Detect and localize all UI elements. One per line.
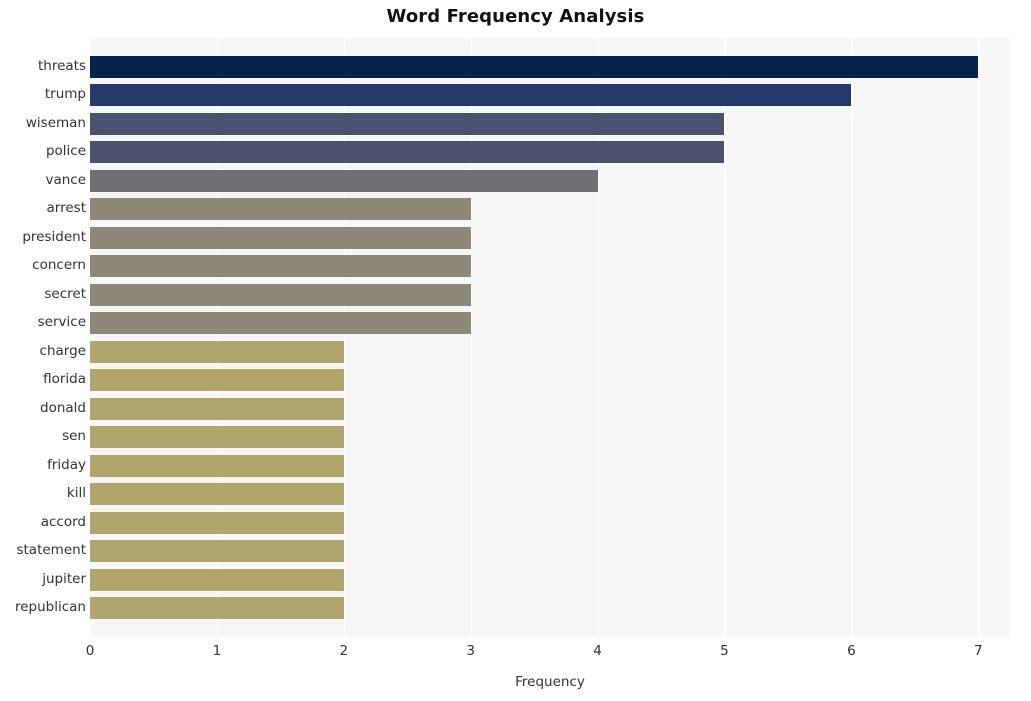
y-tick-label: trump bbox=[44, 86, 86, 103]
gridline-x-6 bbox=[851, 38, 853, 637]
y-tick-label: friday bbox=[47, 456, 86, 473]
bar[interactable] bbox=[90, 369, 344, 392]
bar[interactable] bbox=[90, 283, 471, 306]
bar[interactable] bbox=[90, 112, 725, 135]
y-tick-label: republican bbox=[14, 599, 86, 616]
x-tick-label: 4 bbox=[593, 643, 602, 659]
bar[interactable] bbox=[90, 511, 344, 534]
y-tick-label: wiseman bbox=[25, 114, 86, 131]
y-tick-label: accord bbox=[40, 513, 86, 530]
y-tick-label: statement bbox=[16, 542, 86, 559]
y-tick-label: concern bbox=[32, 257, 86, 274]
bar[interactable] bbox=[90, 198, 471, 221]
chart-title: Word Frequency Analysis bbox=[386, 6, 645, 27]
bar[interactable] bbox=[90, 312, 471, 335]
y-tick-label: threats bbox=[37, 57, 86, 74]
y-tick-label: charge bbox=[39, 342, 86, 359]
y-tick-label: secret bbox=[44, 285, 86, 302]
y-tick-label: police bbox=[45, 143, 86, 160]
y-axis-tick-labels: threats trump wiseman police vance arrest pres… bbox=[0, 38, 86, 637]
x-axis-label: Frequency bbox=[515, 674, 585, 690]
bar[interactable] bbox=[90, 540, 344, 563]
bar[interactable] bbox=[90, 426, 344, 449]
y-tick-label: kill bbox=[66, 485, 86, 502]
x-tick-label: 0 bbox=[85, 643, 95, 659]
x-tick-label: 3 bbox=[466, 643, 475, 659]
gridline-x-5 bbox=[724, 38, 726, 637]
bar[interactable] bbox=[90, 340, 344, 363]
bar[interactable] bbox=[90, 397, 344, 420]
bar[interactable] bbox=[90, 454, 344, 477]
bar[interactable] bbox=[90, 483, 344, 506]
chart-figure: Word Frequency Analysis threats trump wise… bbox=[0, 0, 1031, 701]
x-tick-label: 7 bbox=[973, 643, 983, 659]
bar[interactable] bbox=[90, 84, 852, 107]
gridline-x-7 bbox=[978, 38, 980, 637]
x-tick-label: 5 bbox=[720, 643, 729, 659]
x-tick-label: 1 bbox=[212, 643, 222, 659]
y-tick-label: jupiter bbox=[42, 570, 86, 587]
bar[interactable] bbox=[90, 226, 471, 249]
bar[interactable] bbox=[90, 169, 598, 192]
y-tick-label: donald bbox=[40, 399, 86, 416]
bar[interactable] bbox=[90, 141, 725, 164]
y-tick-label: florida bbox=[43, 371, 86, 388]
bar[interactable] bbox=[90, 255, 471, 278]
plot-area bbox=[90, 38, 1010, 637]
y-tick-label: president bbox=[22, 228, 86, 245]
y-tick-label: sen bbox=[62, 428, 86, 445]
x-axis-tick-labels: 0 1 2 3 4 5 6 7 bbox=[0, 637, 1031, 667]
bar[interactable] bbox=[90, 597, 344, 620]
bar[interactable] bbox=[90, 568, 344, 591]
x-tick-label: 6 bbox=[847, 643, 856, 659]
y-tick-label: vance bbox=[45, 171, 86, 188]
x-tick-label: 2 bbox=[339, 643, 349, 659]
y-tick-label: arrest bbox=[46, 200, 86, 217]
bar[interactable] bbox=[90, 55, 979, 78]
y-tick-label: service bbox=[37, 314, 86, 331]
